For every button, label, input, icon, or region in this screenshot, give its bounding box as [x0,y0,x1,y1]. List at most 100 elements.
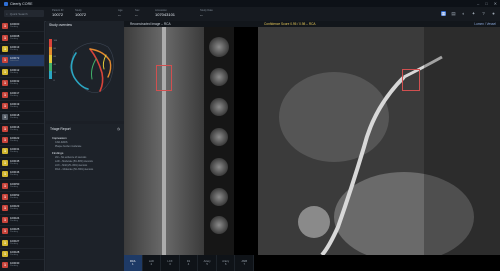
risk-badge: 1 [2,159,8,166]
patient-info: 100031 Pending [10,148,19,154]
patient-info: 100032 Pending [10,80,19,86]
patient-status: Selected [10,60,19,63]
window-controls: – □ ✕ [477,1,497,6]
stenosis-marker[interactable] [402,69,420,91]
patient-status: Pending [10,140,19,143]
patient-list-item[interactable]: 1 100019 Pending [0,101,44,113]
patient-status: Pending [10,265,19,268]
meta-field: Sex -- [135,9,139,17]
finding-line: RCA – Moderate (50–69%) stenosis [55,168,94,171]
patient-list-item[interactable]: 1 100008 Pending [0,32,44,44]
findings-heading: Findings [52,151,64,155]
grid-view-icon[interactable]: ▦ [441,11,446,16]
patient-list-item[interactable]: 1 100050 Pending [0,180,44,192]
viewer-title: Reconstructed Image – RCA [130,22,171,26]
view-mode-label[interactable]: Lumen / Vessel [474,22,496,26]
vessel-tab-sub: 7 [243,263,245,266]
patient-list-item[interactable]: 1 100022 Pending [0,135,44,147]
patient-status: Pending [10,117,19,120]
vessel-tab[interactable]: Artery 5 [198,255,217,271]
risk-badge: 1 [2,148,8,155]
app-brand: Cleerly CORE [0,1,33,6]
vessel-tab-sub: 3 [169,263,171,266]
minimize-icon[interactable]: – [477,1,479,6]
patient-list-item[interactable]: 1 100045 Pending [0,158,44,170]
legend-labels: 100 80 60 40 20 0 [54,40,58,82]
patient-info: 100072 Selected [10,57,19,63]
image-viewer[interactable]: Reconstructed Image – RCA Confidence Sco… [124,21,500,271]
contrast-icon[interactable]: ◐ [461,11,466,16]
vessel-tab[interactable]: RCA 1 [124,255,143,271]
patient-list: 1 100000 Pending 1 100008 Pending 1 100013 Pendi… [0,21,45,271]
stenosis-marker[interactable] [156,65,172,91]
meta-value: 107043101 [155,12,176,17]
report-options-icon[interactable]: ◷ [117,127,120,131]
user-icon[interactable]: ● [491,11,496,16]
meta-value: 10072 [52,12,64,17]
report-header: Triage Report ◷ [46,124,124,134]
risk-badge: 1 [2,251,8,257]
risk-badge: 1 [2,114,8,121]
meta-value: 10072 [75,12,87,17]
risk-badge: 1 [2,23,8,30]
vessel-tab[interactable]: D1 4 [180,255,199,271]
close-icon[interactable]: ✕ [494,1,497,6]
patient-status: Pending [10,219,19,222]
patient-list-item[interactable]: 1 100072 Selected [0,55,44,67]
coronary-vessels [70,48,112,92]
risk-badge: 1 [2,125,8,132]
patient-list-item[interactable]: 1 100024 Pending [0,215,44,227]
search-input[interactable]: ⌕ Quick Search [4,10,44,17]
patient-list-item[interactable]: 1 100046 Pending [0,169,44,181]
triage-report-panel: Triage Report ◷ Impression CAD-RADS Plaq… [46,124,124,271]
patient-list-item[interactable]: 1 100023 Pending [0,203,44,215]
patient-info: 100050 Pending [10,182,19,189]
patient-list-item[interactable]: 1 100032 Pending [0,78,44,90]
patient-info: 100016 Pending [10,125,19,132]
patient-list-item[interactable]: 1 100031 Pending [0,146,44,158]
settings-icon[interactable]: ✦ [471,11,476,16]
toolbar-icons: ▦ ▤ ◐ ✦ ? ● [441,11,496,16]
vessel-tab[interactable]: AMB 7 [235,255,255,271]
patient-list-item[interactable]: 1 100052 Pending [0,192,44,204]
risk-badge: 1 [2,57,8,64]
maximize-icon[interactable]: □ [485,1,487,6]
vessel-tab-sub: 5 [206,263,208,266]
ct-images[interactable] [124,27,500,255]
patient-status: Pending [10,174,19,177]
search-placeholder: Quick Search [9,11,28,16]
risk-badge: 1 [2,68,8,75]
patient-status: Pending [10,26,19,29]
patient-list-item[interactable]: 1 100030 Pending [0,260,44,271]
risk-badge: 1 [2,262,8,269]
patient-list-item[interactable]: 1 100018 Pending [0,112,44,124]
vessel-tab[interactable]: Artery 6 [217,255,236,271]
patient-list-item[interactable]: 1 100013 Pending [0,44,44,56]
meta-value: -- [135,12,138,17]
patient-list-item[interactable]: 1 100025 Pending [0,226,44,238]
patient-list-item[interactable]: 1 100028 Pending [0,249,44,261]
app-title: Cleerly CORE [10,1,33,6]
patient-list-item[interactable]: 1 100017 Pending [0,89,44,101]
patient-status: Pending [10,94,19,97]
risk-badge: 1 [2,137,8,144]
vessel-tab[interactable]: LAD 2 [143,255,162,271]
patient-list-item[interactable]: 1 100012 Pending [0,67,44,78]
patient-info: 100052 Pending [10,194,19,200]
meta-field: Study Date -- [200,9,213,17]
patient-info: 100017 Pending [10,91,19,98]
risk-badge: 1 [2,194,8,201]
patient-list-item[interactable]: 1 100027 Pending [0,237,44,249]
layout-icon[interactable]: ▤ [451,11,456,16]
meta-value: -- [200,12,203,17]
impression-heading: Impression [52,136,67,140]
patient-list-item[interactable]: 1 100016 Pending [0,124,44,135]
vessel-tab-sub: 4 [187,263,190,266]
patient-info: 100045 Pending [10,159,19,166]
help-icon[interactable]: ? [481,11,486,16]
patient-status: Pending [10,185,19,188]
patient-list-item[interactable]: 1 100000 Pending [0,21,44,33]
patient-status: Pending [10,48,19,51]
vessel-tab[interactable]: LCX 3 [161,255,180,271]
coronary-tree-diagram[interactable]: 100 80 60 40 20 0 [46,29,124,117]
